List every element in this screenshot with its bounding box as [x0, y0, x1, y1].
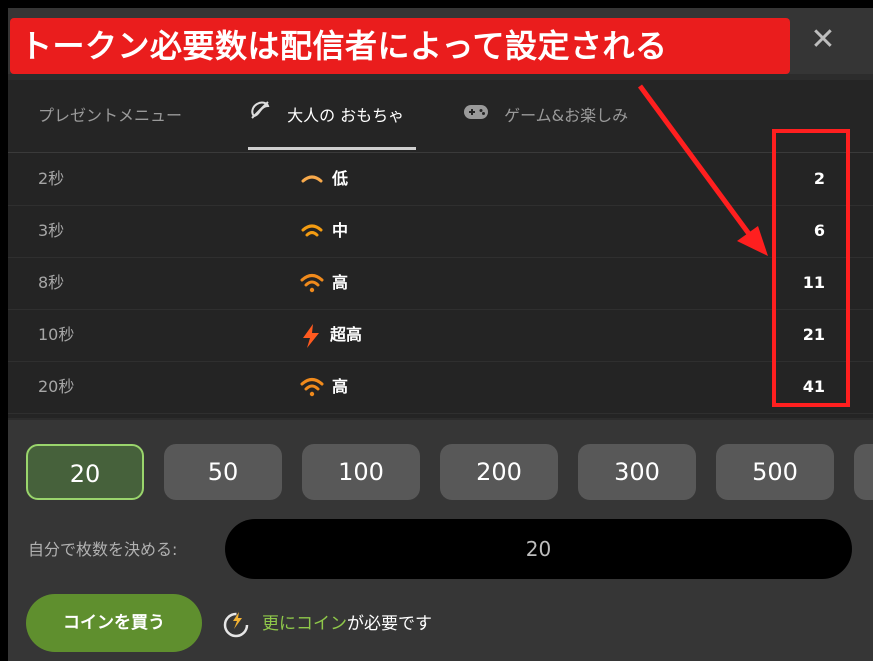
purchase-section: 20 50 100 200 300 500 自分で枚数を決める: 20 コインを… — [8, 420, 873, 661]
tab-label: 大人の おもちゃ — [287, 106, 405, 125]
signal-medium-icon — [301, 224, 323, 236]
amount-button-50[interactable]: 50 — [164, 444, 282, 500]
amount-button-200[interactable]: 200 — [440, 444, 558, 500]
level-label: 超高 — [300, 309, 362, 361]
tab-adult-toys[interactable]: 大人の おもちゃ — [248, 80, 404, 152]
level-label: 高 — [300, 257, 348, 309]
custom-amount-input[interactable]: 20 — [225, 519, 852, 579]
custom-amount-label: 自分で枚数を決める: — [28, 540, 178, 559]
list-item[interactable]: 8秒 高 11 — [8, 257, 873, 310]
list-item[interactable]: 10秒 超高 21 — [8, 309, 873, 362]
amount-button-100[interactable]: 100 — [302, 444, 420, 500]
level-label: 中 — [300, 205, 348, 257]
close-icon[interactable]: ✕ — [808, 20, 838, 60]
signal-low-icon — [301, 175, 323, 182]
need-highlight: 更にコイン — [262, 614, 347, 634]
duration-label: 2秒 — [38, 169, 65, 188]
amount-button-partial[interactable] — [854, 444, 873, 500]
toy-icon — [248, 81, 272, 153]
coin-icon — [223, 612, 249, 638]
duration-label: 3秒 — [38, 221, 65, 240]
gamepad-icon — [463, 81, 489, 153]
tab-label: ゲーム&お楽しみ — [504, 106, 629, 125]
category-tabs: プレゼントメニュー 大人の おもちゃ ゲーム&お楽しみ — [8, 80, 873, 153]
level-label: 高 — [300, 361, 348, 413]
need-more-coins-message: 更にコインが必要です — [220, 604, 432, 644]
list-item[interactable]: 3秒 中 6 — [8, 205, 873, 258]
duration-label: 10秒 — [38, 325, 75, 344]
duration-label: 8秒 — [38, 273, 65, 292]
tip-menu-panel: ✕ プレゼントメニュー 大人の おもちゃ ゲーム&お楽しみ 2秒 低 2 3秒 … — [8, 8, 873, 661]
token-highlight-box — [772, 129, 850, 407]
annotation-banner: トークン必要数は配信者によって設定される — [10, 18, 790, 74]
list-item[interactable]: 2秒 低 2 — [8, 153, 873, 206]
amount-button-20[interactable]: 20 — [26, 444, 144, 500]
signal-high-icon — [300, 377, 324, 396]
need-rest: が必要です — [347, 614, 432, 634]
amount-button-300[interactable]: 300 — [578, 444, 696, 500]
duration-label: 20秒 — [38, 377, 75, 396]
tab-present-menu[interactable]: プレゼントメニュー — [38, 80, 182, 152]
buy-coins-button[interactable]: コインを買う — [26, 594, 202, 652]
tab-games[interactable]: ゲーム&お楽しみ — [463, 80, 628, 152]
tab-label: プレゼントメニュー — [38, 106, 183, 125]
tip-level-list: 2秒 低 2 3秒 中 6 8秒 高 11 10秒 超高 21 20秒 高 41 — [8, 153, 873, 418]
lightning-icon — [303, 323, 319, 348]
signal-high-icon — [300, 273, 324, 292]
amount-button-500[interactable]: 500 — [716, 444, 834, 500]
level-label: 低 — [300, 153, 348, 205]
list-item[interactable]: 20秒 高 41 — [8, 361, 873, 414]
active-tab-indicator — [248, 147, 416, 150]
